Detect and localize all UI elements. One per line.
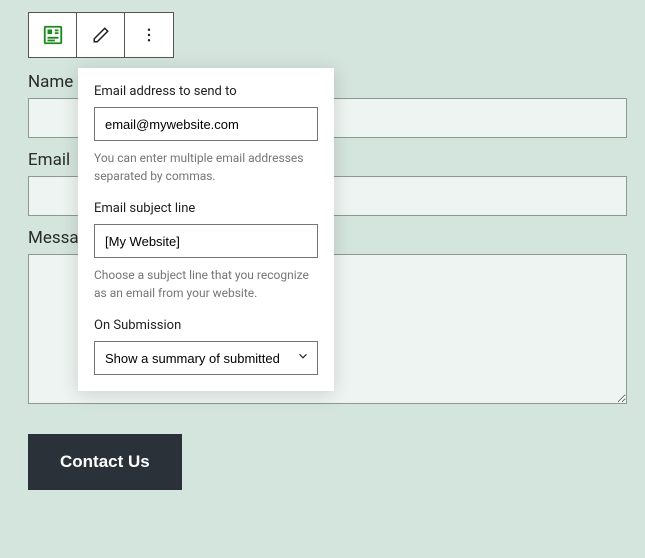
edit-button[interactable] xyxy=(77,13,125,57)
block-toolbar xyxy=(28,12,174,58)
email-to-input[interactable] xyxy=(94,107,318,141)
subject-input[interactable] xyxy=(94,224,318,258)
on-submission-label: On Submission xyxy=(94,318,318,333)
more-options-button[interactable] xyxy=(125,13,173,57)
block-type-button[interactable] xyxy=(29,13,77,57)
more-vertical-icon xyxy=(140,26,158,44)
email-to-help: You can enter multiple email addresses s… xyxy=(94,149,318,185)
submit-button[interactable]: Contact Us xyxy=(28,434,182,490)
subject-help: Choose a subject line that you recognize… xyxy=(94,266,318,302)
block-settings-popover: Email address to send to You can enter m… xyxy=(78,68,334,391)
on-submission-select[interactable]: Show a summary of submitted xyxy=(94,341,318,375)
form-block-icon xyxy=(42,24,64,46)
subject-label: Email subject line xyxy=(94,201,318,216)
email-to-label: Email address to send to xyxy=(94,84,318,99)
pencil-icon xyxy=(92,26,110,44)
